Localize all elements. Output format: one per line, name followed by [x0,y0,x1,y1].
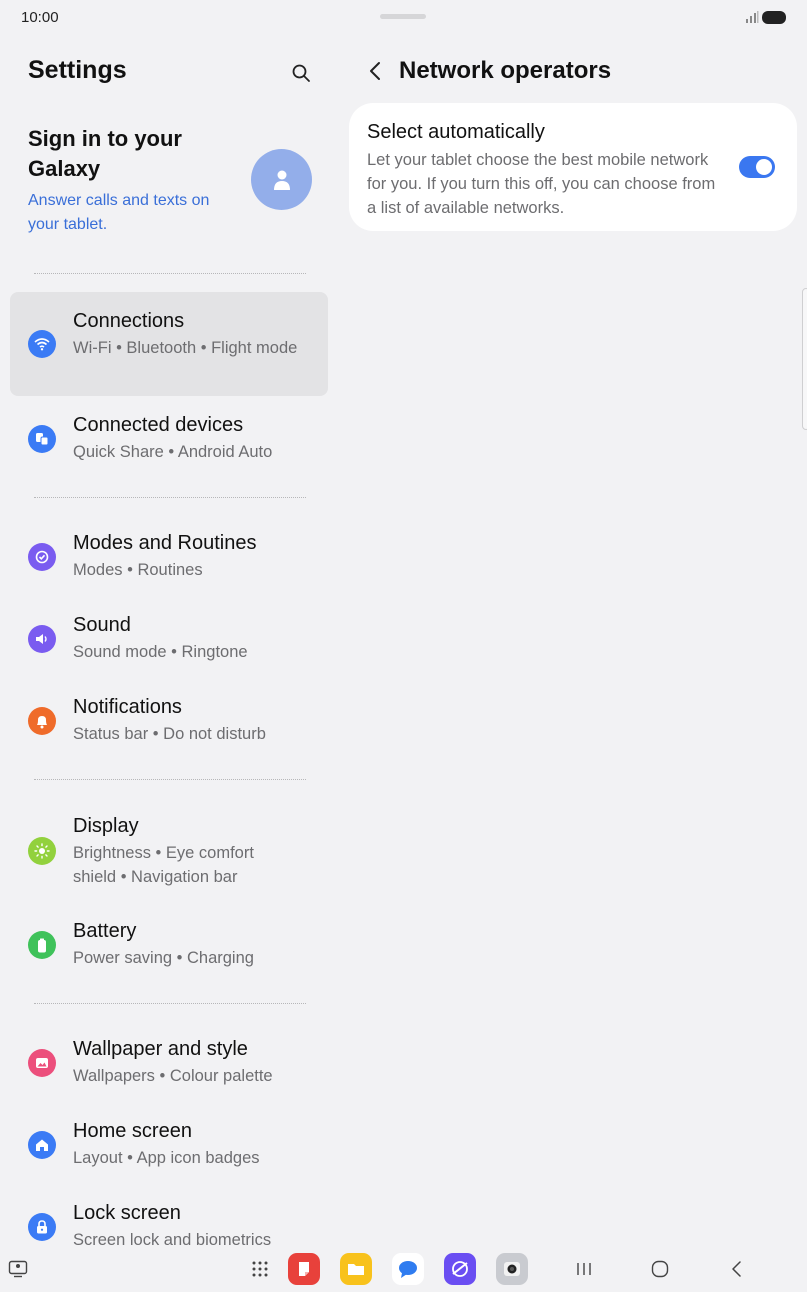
divider [34,497,306,498]
navigation-bar [0,1246,807,1292]
home-nav-button[interactable] [644,1253,676,1285]
recents-button[interactable] [568,1253,600,1285]
divider [34,273,306,274]
internet-app-icon[interactable] [444,1253,476,1285]
settings-item-battery[interactable]: Battery Power saving • Charging [10,912,328,980]
option-description: Let your tablet choose the best mobile n… [367,151,716,217]
settings-item-home-screen[interactable]: Home screen Layout • App icon badges [10,1112,328,1180]
page-title: Network operators [399,57,612,84]
lock-icon [28,1213,56,1241]
item-subtitle: Sound mode • Ringtone [73,643,248,661]
item-title: Sound [73,614,131,636]
item-title: Connected devices [73,414,244,436]
wallpaper-icon [28,1049,56,1077]
item-title: Battery [73,920,137,942]
select-automatically-toggle[interactable] [739,156,775,178]
bell-icon [28,707,56,735]
divider [34,779,306,780]
settings-item-modes-routines[interactable]: Modes and Routines Modes • Routines [10,524,328,592]
sun-icon [28,837,56,865]
taskbar-icon [8,1260,28,1278]
settings-item-connections[interactable]: Connections Wi-Fi • Bluetooth • Flight m… [10,292,328,396]
settings-item-display[interactable]: Display Brightness • Eye comfort shield … [10,807,328,899]
battery-icon [762,11,786,24]
taskbar-button[interactable] [2,1253,34,1285]
settings-item-notifications[interactable]: Notifications Status bar • Do not distur… [10,688,328,756]
item-subtitle: Screen lock and biometrics [73,1231,272,1246]
status-time: 10:00 [21,9,59,26]
item-title: Lock screen [73,1202,181,1224]
files-app-icon[interactable] [340,1253,372,1285]
home-nav-icon [651,1260,669,1278]
battery-setting-icon [28,931,56,959]
signal-icon [746,11,759,23]
item-subtitle: Brightness • Eye comfort shield • Naviga… [73,844,254,886]
item-title: Wallpaper and style [73,1038,248,1060]
search-icon [292,64,310,82]
search-button[interactable] [286,58,316,88]
item-title: Home screen [73,1120,192,1142]
settings-pane: Settings Sign in to your Galaxy Answer c… [0,36,338,1246]
volume-icon [28,625,56,653]
item-subtitle: Wi-Fi • Bluetooth • Flight mode [73,339,298,357]
item-subtitle: Layout • App icon badges [73,1149,260,1167]
recents-icon [577,1263,591,1275]
signin-subtitle[interactable]: Answer calls and texts on your tablet. [28,189,238,237]
avatar[interactable] [251,149,312,210]
routines-icon [28,543,56,571]
option-title: Select automatically [367,121,545,143]
camera-app-icon[interactable] [496,1253,528,1285]
status-bar: 10:00 [0,0,807,36]
settings-item-wallpaper[interactable]: Wallpaper and style Wallpapers • Colour … [10,1030,328,1098]
back-button[interactable] [364,60,386,82]
item-subtitle: Status bar • Do not disturb [73,725,266,743]
devices-icon [28,425,56,453]
item-subtitle: Quick Share • Android Auto [73,443,273,461]
person-icon [273,170,290,190]
item-title: Display [73,815,139,837]
item-title: Connections [73,310,185,332]
settings-item-connected-devices[interactable]: Connected devices Quick Share • Android … [10,406,328,474]
item-subtitle: Wallpapers • Colour palette [73,1067,273,1085]
app-drawer-button[interactable] [244,1253,276,1285]
settings-item-sound[interactable]: Sound Sound mode • Ringtone [10,606,328,674]
back-nav-button[interactable] [720,1253,752,1285]
chevron-left-icon [370,62,380,80]
scroll-handle[interactable] [802,288,807,430]
item-subtitle: Power saving • Charging [73,949,254,967]
notes-app-icon[interactable] [288,1253,320,1285]
network-header: Network operators [350,36,800,106]
settings-title: Settings [28,56,127,84]
select-automatically-card[interactable]: Select automatically Let your tablet cho… [349,103,797,231]
signin-title: Sign in to your Galaxy [28,126,182,181]
wifi-icon [28,330,56,358]
item-title: Modes and Routines [73,532,257,554]
messages-app-icon[interactable] [392,1253,424,1285]
divider [34,1003,306,1004]
home-icon [28,1131,56,1159]
drag-handle[interactable] [380,14,426,19]
app-drawer-icon [252,1261,268,1277]
item-subtitle: Modes • Routines [73,561,203,579]
item-title: Notifications [73,696,182,718]
settings-item-lock-screen[interactable]: Lock screen Screen lock and biometrics [10,1194,328,1246]
back-nav-icon [732,1261,741,1277]
toggle-knob [756,159,772,175]
